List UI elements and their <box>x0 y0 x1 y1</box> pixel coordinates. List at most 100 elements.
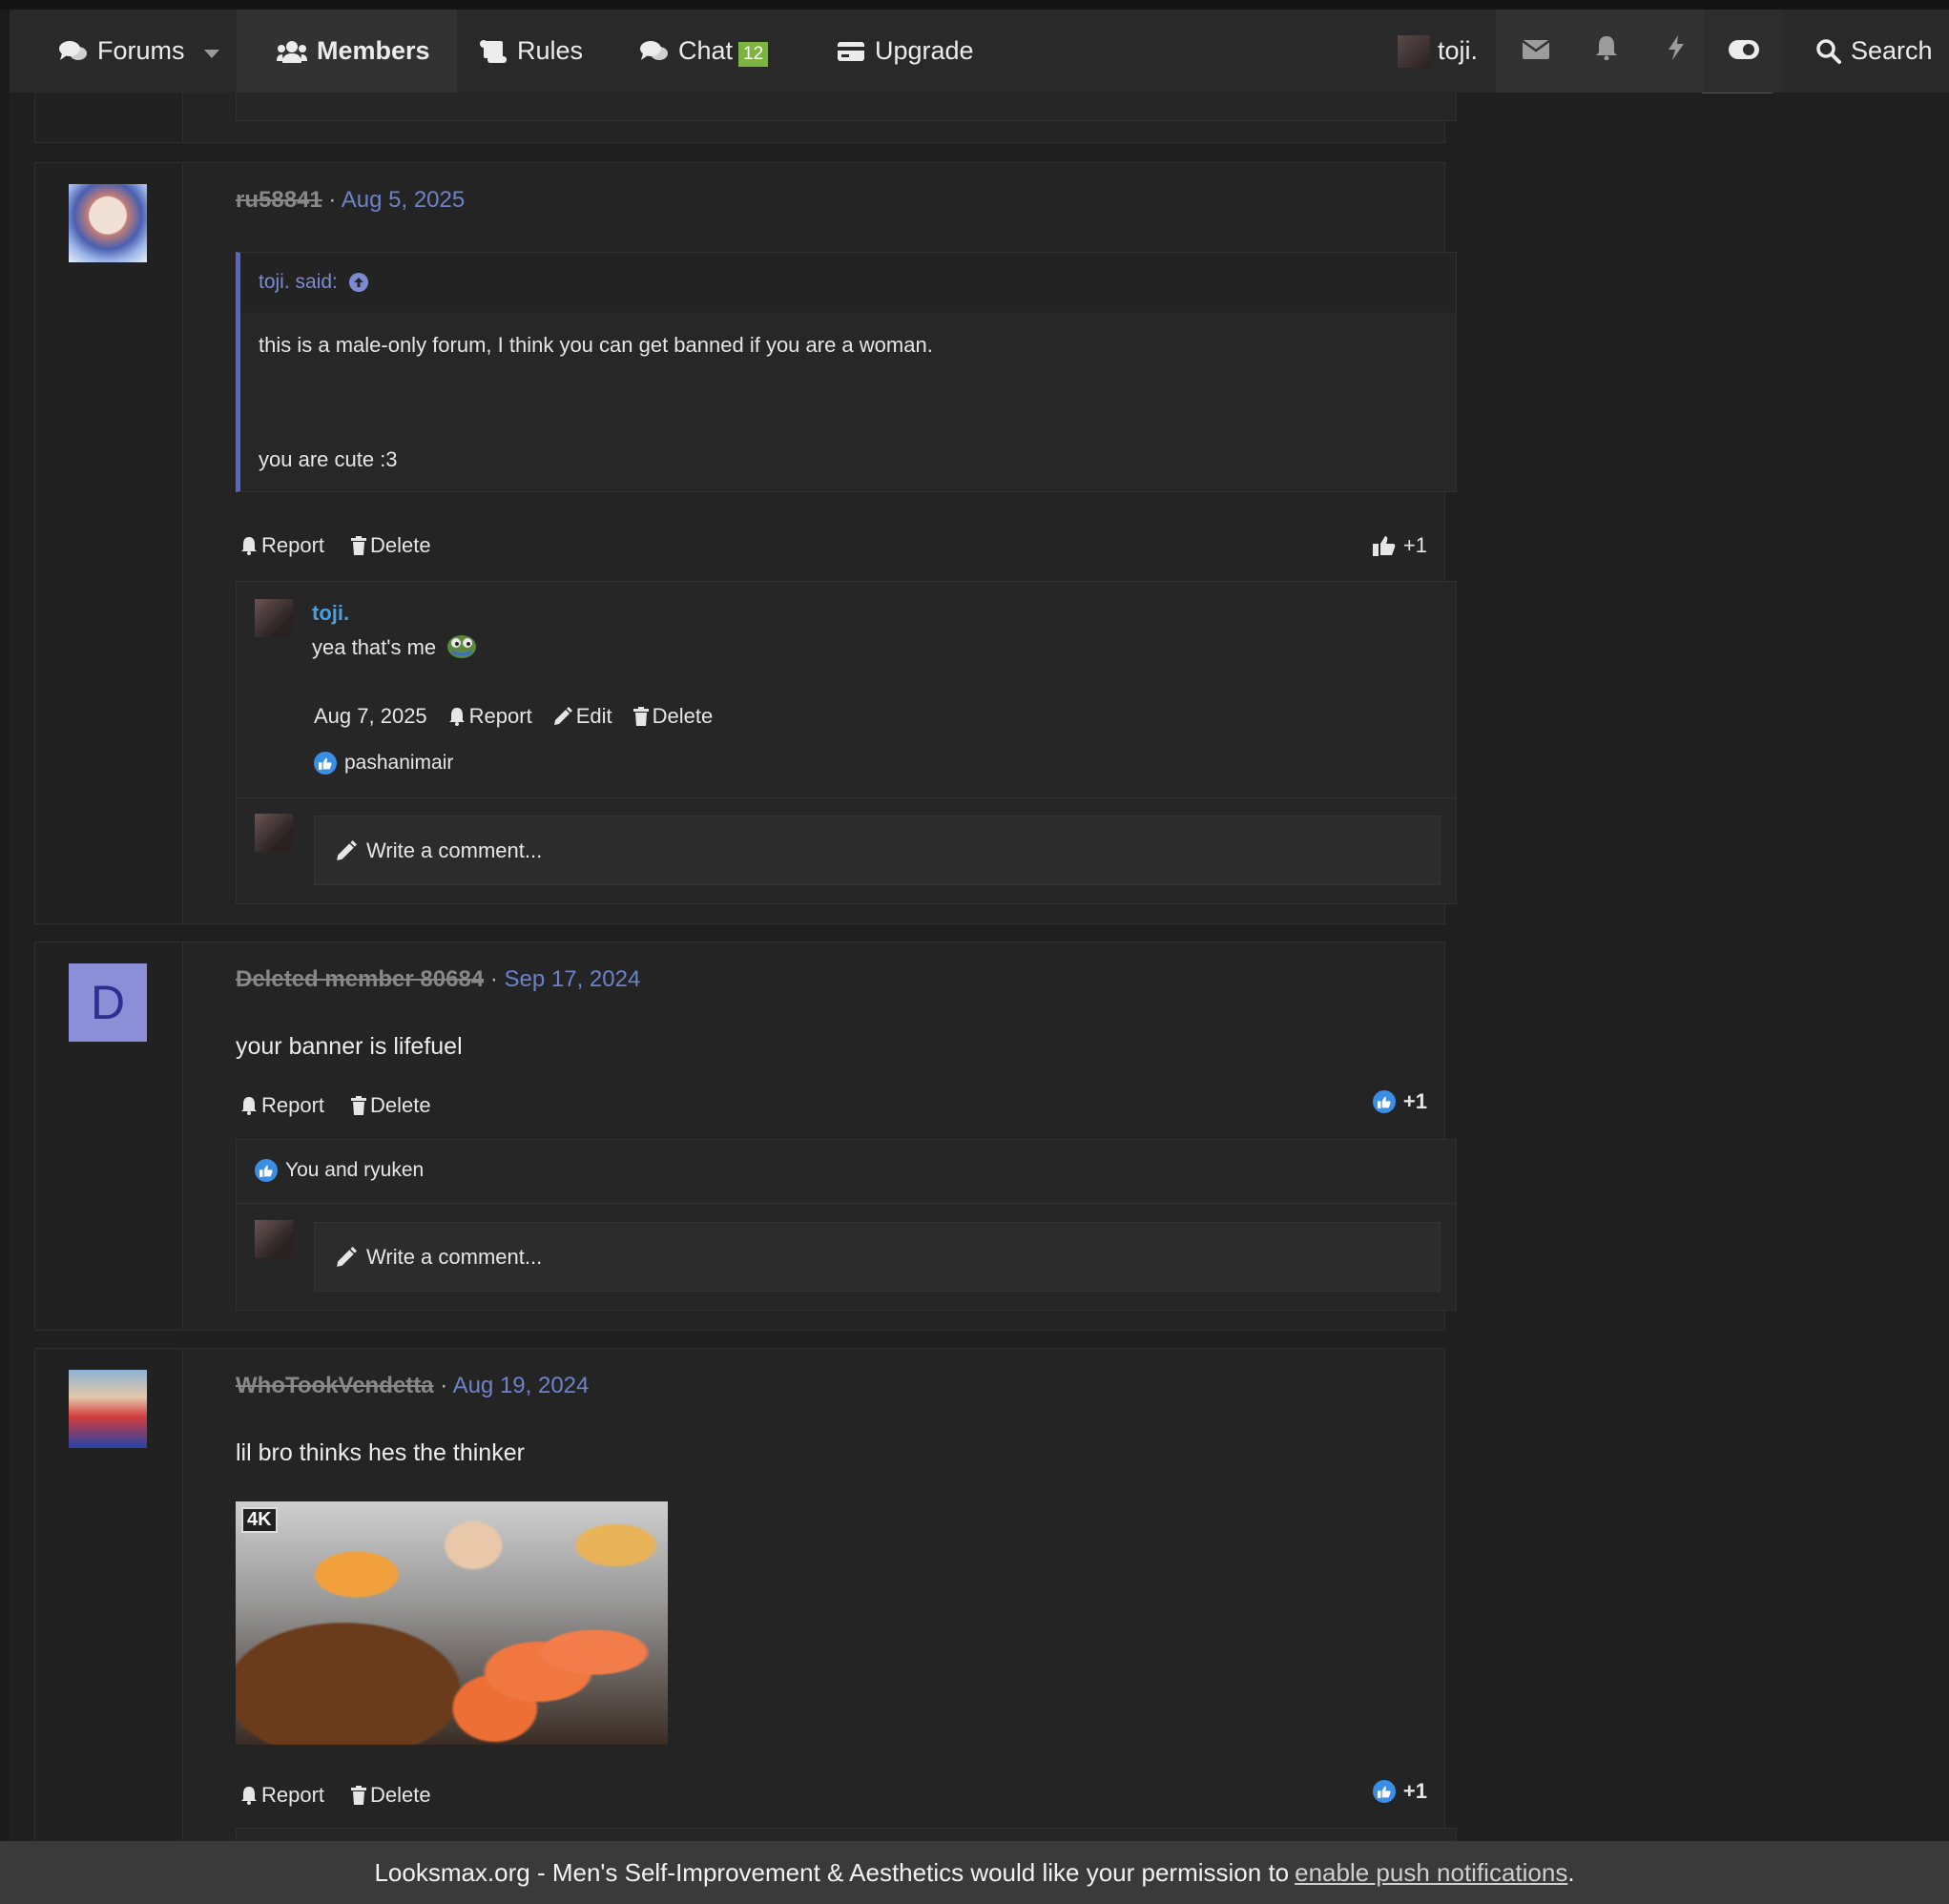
meta-separator: · <box>328 187 337 213</box>
profile-post-ru58841: ru58841 · Aug 5, 2025 toji. said: this i… <box>34 162 1457 924</box>
nav-username: toji. <box>1438 36 1479 65</box>
delete-label: Delete <box>370 1783 431 1807</box>
profile-post-deleted-member: D Deleted member 80684 · Sep 17, 2024 yo… <box>34 942 1457 1331</box>
post-author[interactable]: Deleted member 80684 <box>236 966 484 992</box>
nav-forums[interactable]: Forums <box>59 10 185 93</box>
meta-separator: · <box>440 1373 448 1398</box>
comment-avatar[interactable] <box>255 599 293 637</box>
trash-icon <box>351 1096 367 1115</box>
post-author[interactable]: ru58841 <box>236 187 322 213</box>
post-date[interactable]: Aug 5, 2025 <box>342 187 465 213</box>
post-likes[interactable]: You and ryuken <box>255 1159 424 1182</box>
post-meta: WhoTookVendetta · Aug 19, 2024 <box>236 1373 589 1399</box>
quote-header[interactable]: toji. said: <box>240 253 1456 312</box>
avatar[interactable] <box>69 1370 147 1448</box>
comment-date[interactable]: Aug 7, 2025 <box>314 704 427 729</box>
reaction-summary[interactable]: +1 <box>1372 1779 1427 1804</box>
comment-divider <box>237 797 1456 798</box>
post-date[interactable]: Sep 17, 2024 <box>505 966 641 992</box>
toggle-icon <box>1729 36 1759 66</box>
comment-author[interactable]: toji. <box>312 601 349 626</box>
search-icon <box>1816 38 1841 64</box>
nav-rules[interactable]: Rules <box>479 10 583 93</box>
avatar-letter[interactable]: D <box>69 963 147 1042</box>
trash-icon <box>351 1786 367 1805</box>
reaction-count: +1 <box>1402 533 1427 557</box>
nav-rules-label: Rules <box>517 36 584 65</box>
avatar[interactable] <box>69 184 147 262</box>
nav-whats-new[interactable] <box>1668 10 1685 93</box>
report-label: Report <box>261 1783 325 1807</box>
post-meta: Deleted member 80684 · Sep 17, 2024 <box>236 966 640 993</box>
nav-alerts[interactable] <box>1595 10 1618 93</box>
delete-button[interactable]: Delete <box>351 1783 431 1808</box>
report-button[interactable]: Report <box>240 1783 324 1808</box>
profile-post-whotookvendetta: WhoTookVendetta · Aug 19, 2024 lil bro t… <box>34 1348 1457 1885</box>
bell-icon <box>241 537 257 555</box>
caret-down-icon <box>204 36 219 66</box>
post-liked-by[interactable]: You and ryuken <box>285 1159 424 1182</box>
nav-inbox[interactable] <box>1522 10 1550 93</box>
write-comment-input[interactable]: Write a comment... <box>314 1222 1441 1292</box>
nav-account[interactable]: toji. <box>1398 10 1478 93</box>
post-author[interactable]: WhoTookVendetta <box>236 1373 434 1398</box>
post-text: lil bro thinks hes the thinker <box>236 1439 525 1466</box>
pepe-emoji-icon <box>446 632 477 664</box>
reaction-summary[interactable]: +1 <box>1372 533 1427 558</box>
comment-edit-label: Edit <box>575 704 612 728</box>
post-text: your banner is lifefuel <box>236 1033 463 1060</box>
chat-icon <box>640 40 669 63</box>
delete-button[interactable]: Delete <box>351 533 431 558</box>
arrow-up-icon[interactable] <box>348 273 368 292</box>
comment-liked-by[interactable]: pashanimair <box>344 752 453 775</box>
enable-push-link[interactable]: enable push notifications <box>1295 1858 1567 1888</box>
thumbs-up-icon <box>1372 536 1396 556</box>
nav-search[interactable]: Search <box>1816 10 1933 93</box>
comment-divider <box>237 1203 1456 1204</box>
nav-members-label: Members <box>317 36 430 65</box>
nav-upgrade-label: Upgrade <box>875 36 974 65</box>
report-label: Report <box>261 1093 325 1117</box>
post-date[interactable]: Aug 19, 2024 <box>453 1373 590 1398</box>
previous-post-user-column <box>35 93 183 142</box>
style-toggle[interactable] <box>1729 10 1759 93</box>
quote-line: you are cute :3 <box>259 447 398 472</box>
nav-chat[interactable]: Chat 12 <box>640 10 769 93</box>
comment-report-button[interactable]: Report <box>448 704 532 729</box>
comment-likes[interactable]: pashanimair <box>314 752 453 775</box>
comments-container: You and ryuken Write a comment... <box>236 1139 1457 1311</box>
like-icon <box>314 752 337 775</box>
quote-author[interactable]: toji. said: <box>259 271 338 294</box>
report-button[interactable]: Report <box>240 533 324 558</box>
like-icon <box>1372 1090 1396 1113</box>
users-icon <box>277 40 307 63</box>
reaction-summary[interactable]: +1 <box>1372 1089 1427 1114</box>
comment-delete-button[interactable]: Delete <box>632 704 713 729</box>
meta-separator: · <box>489 966 498 992</box>
nav-members[interactable]: Members <box>237 10 457 93</box>
reaction-count: +1 <box>1402 1089 1427 1113</box>
post-actions: Report Delete <box>240 1093 431 1118</box>
delete-button[interactable]: Delete <box>351 1093 431 1118</box>
nav-upgrade[interactable]: Upgrade <box>837 10 974 93</box>
post-actions: Report Delete <box>240 1783 431 1808</box>
post-meta: ru58841 · Aug 5, 2025 <box>236 187 465 214</box>
quote-spacer <box>259 362 1438 444</box>
previous-post-tail <box>34 93 1457 143</box>
push-notice-text: Looksmax.org - Men's Self-Improvement & … <box>374 1857 1290 1887</box>
report-button[interactable]: Report <box>240 1093 324 1118</box>
write-comment-input[interactable]: Write a comment... <box>314 816 1441 885</box>
previous-post-comments-tail <box>236 93 1457 121</box>
current-user-avatar <box>255 1220 293 1258</box>
quote-body: this is a male-only forum, I think you c… <box>240 312 1456 493</box>
bell-icon <box>241 1787 257 1805</box>
like-icon <box>255 1159 278 1182</box>
comment-report-label: Report <box>468 704 532 728</box>
comment-edit-button[interactable]: Edit <box>553 704 612 729</box>
post-image[interactable]: 4K <box>236 1501 668 1745</box>
current-user-avatar <box>255 814 293 852</box>
forums-dropdown-toggle[interactable] <box>204 10 219 93</box>
comments-icon <box>59 40 88 63</box>
pencil-icon <box>337 1246 357 1267</box>
comments-container: toji. yea that's me Aug 7, 2025 Report E… <box>236 581 1457 904</box>
